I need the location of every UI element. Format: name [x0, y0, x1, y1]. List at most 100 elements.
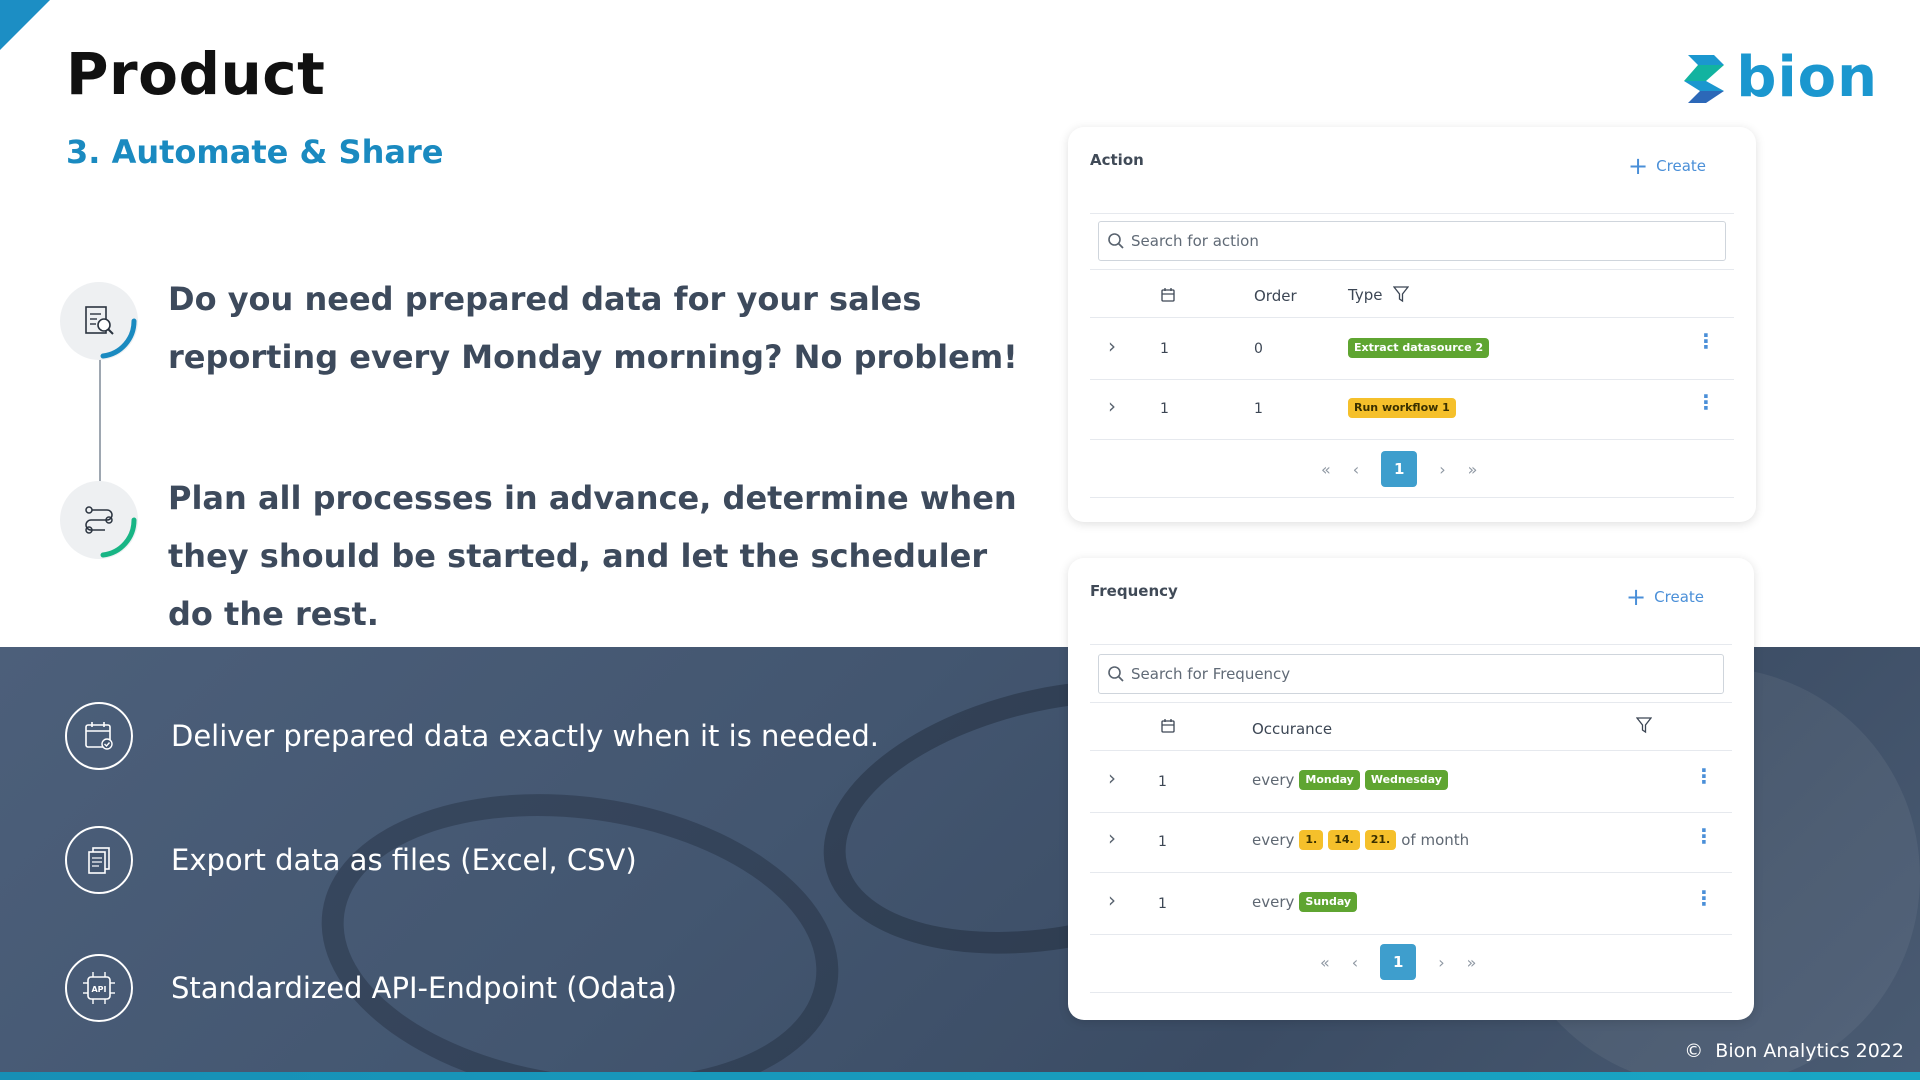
row-order: 1	[1254, 401, 1263, 417]
divider	[1090, 213, 1734, 214]
divider	[1090, 872, 1732, 873]
filter-icon[interactable]	[1636, 716, 1652, 734]
action-panel-title: Action	[1090, 151, 1144, 169]
row-id: 1	[1160, 341, 1169, 357]
divider	[1090, 379, 1734, 380]
create-label: Create	[1654, 588, 1704, 606]
row-menu-icon[interactable]: ⋮	[1694, 826, 1714, 846]
occurance-value: every 1. 14. 21. of month	[1252, 830, 1469, 850]
copyright-text: Bion Analytics 2022	[1715, 1040, 1904, 1062]
create-label: Create	[1656, 157, 1706, 175]
feature-text: Deliver prepared data exactly when it is…	[171, 719, 879, 753]
point-text: Do you need prepared data for your sales…	[168, 280, 1018, 376]
feature-text: Export data as files (Excel, CSV)	[171, 843, 637, 877]
filter-icon[interactable]	[1393, 285, 1409, 303]
pager-page-button[interactable]: 1	[1380, 944, 1417, 980]
calendar-icon[interactable]	[1160, 718, 1176, 734]
row-id: 1	[1160, 401, 1169, 417]
divider	[1090, 750, 1732, 751]
row-id: 1	[1158, 774, 1167, 790]
divider	[1090, 317, 1734, 318]
day-badge: Wednesday	[1364, 770, 1448, 790]
pager-prev-button[interactable]: ‹	[1353, 460, 1359, 479]
pager-page-button[interactable]: 1	[1381, 451, 1418, 487]
point-item: Do you need prepared data for your sales…	[60, 280, 1038, 386]
pager-next-button[interactable]: ›	[1438, 953, 1444, 972]
plus-icon: +	[1628, 152, 1649, 180]
day-badge: 21.	[1364, 830, 1397, 850]
column-header-order[interactable]: Order	[1254, 287, 1297, 305]
action-pagination: « ‹ 1 › »	[1321, 451, 1477, 487]
point-item: Plan all processes in advance, determine…	[60, 479, 1038, 643]
occurance-value: every Sunday	[1252, 892, 1358, 912]
action-search[interactable]	[1098, 221, 1726, 261]
action-create-button[interactable]: + Create	[1628, 154, 1706, 178]
report-search-icon	[60, 282, 138, 360]
search-icon	[1108, 666, 1124, 682]
frequency-pagination: « ‹ 1 › »	[1320, 944, 1476, 980]
row-menu-icon[interactable]: ⋮	[1696, 331, 1716, 351]
row-id: 1	[1158, 834, 1167, 850]
frequency-panel-title: Frequency	[1090, 582, 1178, 600]
column-header-type[interactable]: Type	[1348, 286, 1382, 304]
pager-first-button[interactable]: «	[1320, 953, 1330, 972]
day-badge: Monday	[1299, 770, 1360, 790]
feature-text: Standardized API-Endpoint (Odata)	[171, 971, 678, 1005]
frequency-search-input[interactable]	[1131, 665, 1723, 683]
feature-item: Deliver prepared data exactly when it is…	[65, 702, 879, 770]
expand-chevron-icon[interactable]: ›	[1108, 888, 1116, 912]
row-menu-icon[interactable]: ⋮	[1694, 766, 1714, 786]
day-badge: 1.	[1299, 830, 1324, 850]
divider	[1090, 439, 1734, 440]
corner-accent	[0, 0, 50, 50]
plus-icon: +	[1626, 583, 1647, 611]
calendar-check-icon	[65, 702, 133, 770]
calendar-icon[interactable]	[1160, 287, 1176, 303]
copyright: © Bion Analytics 2022	[1684, 1040, 1904, 1062]
pager-next-button[interactable]: ›	[1439, 460, 1445, 479]
divider	[1090, 992, 1732, 993]
pager-first-button[interactable]: «	[1321, 460, 1331, 479]
workflow-icon	[60, 481, 138, 559]
row-id: 1	[1158, 896, 1167, 912]
divider	[1090, 812, 1732, 813]
pager-last-button[interactable]: »	[1468, 460, 1478, 479]
pager-last-button[interactable]: »	[1467, 953, 1477, 972]
feature-item: Export data as files (Excel, CSV)	[65, 826, 637, 894]
pager-prev-button[interactable]: ‹	[1352, 953, 1358, 972]
frequency-search[interactable]	[1098, 654, 1724, 694]
bion-logo-text: bion	[1736, 45, 1878, 110]
expand-chevron-icon[interactable]: ›	[1108, 826, 1116, 850]
action-panel: Action + Create Order Type › 1 0 Extract…	[1068, 127, 1756, 522]
bottom-accent-strip	[0, 1072, 1920, 1080]
occurance-prefix: every	[1252, 893, 1295, 911]
frequency-panel: Frequency + Create Occurance › 1 every M…	[1068, 558, 1754, 1020]
row-menu-icon[interactable]: ⋮	[1694, 888, 1714, 908]
page-title: Product	[66, 40, 326, 108]
day-badge: Sunday	[1299, 892, 1358, 912]
occurance-suffix: of month	[1401, 831, 1470, 849]
occurance-prefix: every	[1252, 771, 1295, 789]
page-subtitle: 3. Automate & Share	[66, 133, 444, 171]
expand-chevron-icon[interactable]: ›	[1108, 766, 1116, 790]
frequency-create-button[interactable]: + Create	[1626, 585, 1704, 609]
expand-chevron-icon[interactable]: ›	[1108, 394, 1116, 418]
search-icon	[1108, 233, 1124, 249]
occurance-value: every Monday Wednesday	[1252, 770, 1448, 790]
files-icon	[65, 826, 133, 894]
feature-item: API Standardized API-Endpoint (Odata)	[65, 954, 677, 1022]
divider	[1090, 702, 1732, 703]
divider	[1090, 497, 1734, 498]
row-menu-icon[interactable]: ⋮	[1696, 392, 1716, 412]
action-search-input[interactable]	[1131, 232, 1725, 250]
svg-text:API: API	[91, 985, 106, 994]
day-badge: 14.	[1328, 830, 1360, 850]
background-glasses-shape	[301, 762, 859, 1072]
point-text: Plan all processes in advance, determine…	[168, 479, 1017, 633]
occurance-prefix: every	[1252, 831, 1295, 849]
expand-chevron-icon[interactable]: ›	[1108, 334, 1116, 358]
divider	[1090, 644, 1732, 645]
divider	[1090, 269, 1734, 270]
divider	[1090, 934, 1732, 935]
column-header-occurance[interactable]: Occurance	[1252, 720, 1332, 738]
